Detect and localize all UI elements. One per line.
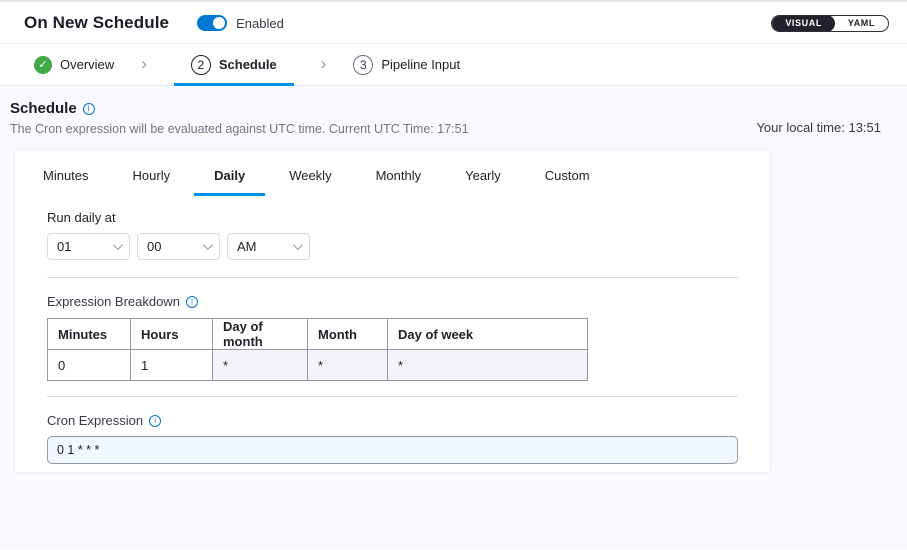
hour-select-value: 01 [57,239,71,254]
step-schedule-label: Schedule [219,57,277,72]
cron-expression-value: 0 1 * * * [57,443,99,457]
step-pipeline-input-label: Pipeline Input [381,57,460,72]
ampm-select[interactable]: AM [227,233,310,260]
run-daily-at-label: Run daily at [47,210,770,225]
col-month: Month [308,319,388,350]
cell-day-of-week: * [388,350,588,381]
toggle-knob-icon [213,17,225,29]
step-pipeline-input[interactable]: 3 Pipeline Input [353,44,460,85]
col-day-of-month: Day of month [213,319,308,350]
minute-select[interactable]: 00 [137,233,220,260]
chevron-right-icon: › [321,55,327,75]
view-mode-switch: VISUAL YAML [771,15,889,32]
cell-hours: 1 [131,350,213,381]
info-icon[interactable]: i [149,415,161,427]
yaml-mode-button[interactable]: YAML [835,15,888,32]
hour-select[interactable]: 01 [47,233,130,260]
local-time-text: Your local time: 13:51 [756,120,881,135]
info-icon[interactable]: i [186,296,198,308]
time-selects: 01 00 AM [47,233,770,260]
expression-breakdown-table: Minutes Hours Day of month Month Day of … [47,318,588,381]
step-number-badge: 2 [191,55,211,75]
cron-expression-label: Cron Expression [47,413,143,428]
enabled-toggle[interactable] [197,15,227,31]
enabled-toggle-label: Enabled [236,16,284,31]
page-header: On New Schedule Enabled VISUAL YAML [0,3,907,43]
cron-expression-input[interactable]: 0 1 * * * [47,436,738,464]
schedule-section-header: Schedule i The Cron expression will be e… [10,100,881,136]
tab-custom[interactable]: Custom [545,166,590,196]
tab-monthly[interactable]: Monthly [376,166,422,196]
divider [47,277,738,278]
step-overview-label: Overview [60,57,114,72]
tab-daily[interactable]: Daily [194,166,265,196]
schedule-heading-text: Schedule [10,100,77,117]
cron-expression-label-row: Cron Expression i [47,413,770,428]
main-content: Schedule i The Cron expression will be e… [0,86,907,549]
step-schedule[interactable]: 2 Schedule [174,44,294,85]
col-day-of-week: Day of week [388,319,588,350]
caret-down-icon [113,240,123,250]
utc-time-description: The Cron expression will be evaluated ag… [10,122,469,136]
cell-minutes: 0 [48,350,131,381]
minute-select-value: 00 [147,239,161,254]
caret-down-icon [293,240,303,250]
step-number-badge: 3 [353,55,373,75]
step-overview[interactable]: ✓ Overview [34,44,114,85]
wizard-stepper: ✓ Overview › 2 Schedule › 3 Pipeline Inp… [0,43,907,86]
col-hours: Hours [131,319,213,350]
schedule-heading: Schedule i [10,100,469,117]
info-icon[interactable]: i [83,103,95,115]
caret-down-icon [203,240,213,250]
table-row: 0 1 * * * [48,350,588,381]
tab-minutes[interactable]: Minutes [43,166,89,196]
check-icon: ✓ [34,56,52,74]
frequency-tabs: Minutes Hourly Daily Weekly Monthly Year… [15,150,770,196]
tab-yearly[interactable]: Yearly [465,166,501,196]
cell-month: * [308,350,388,381]
schedule-card: Minutes Hourly Daily Weekly Monthly Year… [14,149,771,473]
cell-day-of-month: * [213,350,308,381]
table-header-row: Minutes Hours Day of month Month Day of … [48,319,588,350]
expression-breakdown-label-row: Expression Breakdown i [47,294,770,309]
expression-breakdown-label: Expression Breakdown [47,294,180,309]
visual-mode-button[interactable]: VISUAL [772,15,835,32]
chevron-right-icon: › [141,55,147,75]
page-title: On New Schedule [24,13,169,33]
tab-hourly[interactable]: Hourly [133,166,171,196]
ampm-select-value: AM [237,239,257,254]
tab-weekly[interactable]: Weekly [289,166,331,196]
col-minutes: Minutes [48,319,131,350]
divider [47,396,738,397]
